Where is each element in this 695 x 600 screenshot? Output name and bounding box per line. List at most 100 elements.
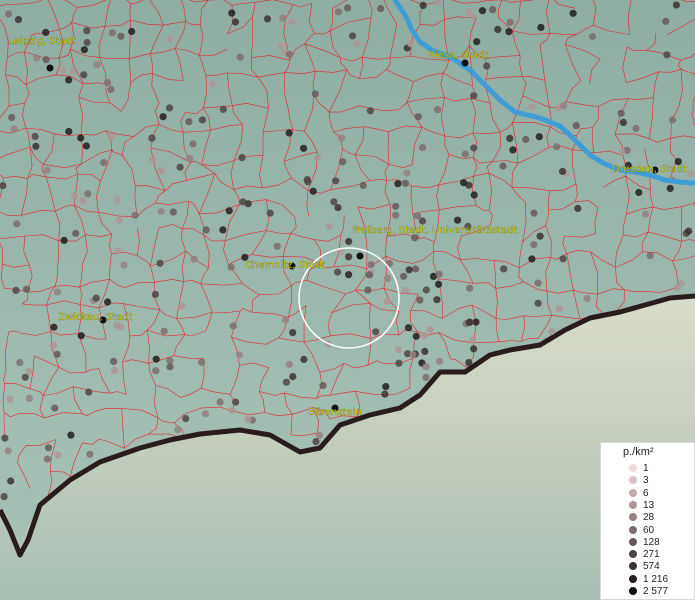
density-dot xyxy=(465,359,473,367)
density-dot xyxy=(178,302,186,310)
legend-value: 3 xyxy=(643,475,649,487)
city-label: Zwickau, Stadt xyxy=(58,312,132,323)
density-dot xyxy=(65,76,73,84)
legend-value: 128 xyxy=(643,536,660,548)
density-dot xyxy=(528,102,536,111)
legend-value: 271 xyxy=(643,549,660,561)
density-dot xyxy=(314,154,322,162)
density-dot xyxy=(548,327,556,336)
legend-value: 13 xyxy=(643,499,655,511)
density-dot xyxy=(663,51,671,59)
density-dot xyxy=(92,294,100,302)
density-dot xyxy=(687,170,695,178)
map-canvas[interactable]: Leipzig, Stadt Riesa, Stadt Dresden, Stadt… xyxy=(0,0,695,600)
density-dot xyxy=(42,28,50,36)
density-dot xyxy=(244,415,252,423)
density-dot xyxy=(231,18,240,26)
density-dot xyxy=(281,316,290,324)
density-dot xyxy=(14,16,23,24)
density-dot xyxy=(312,438,320,446)
density-dot xyxy=(359,181,367,189)
legend-item: 6 xyxy=(601,488,695,499)
density-dot xyxy=(412,332,420,340)
density-dot xyxy=(25,394,33,402)
density-dot xyxy=(469,336,477,344)
density-dot xyxy=(151,290,159,298)
density-dot xyxy=(509,146,517,154)
density-dot xyxy=(70,192,78,200)
city-label: Chemnitz, Stadt xyxy=(245,260,326,271)
density-dot xyxy=(325,222,333,231)
density-dot xyxy=(470,191,478,199)
density-dot xyxy=(288,18,296,26)
density-dot xyxy=(366,107,374,115)
density-dot xyxy=(285,360,293,368)
density-dot xyxy=(166,363,174,371)
density-dot xyxy=(377,5,385,13)
density-dot xyxy=(353,40,361,48)
density-dot xyxy=(108,29,116,37)
density-dot xyxy=(330,198,338,206)
density-dot xyxy=(434,106,442,114)
city-label: Leipzig, Stadt xyxy=(8,36,76,47)
density-dot xyxy=(662,17,670,25)
density-dot xyxy=(422,373,430,381)
density-dot xyxy=(677,279,685,288)
density-dot xyxy=(409,351,417,359)
legend-swatch xyxy=(629,525,637,534)
density-dot xyxy=(79,196,87,204)
density-dot xyxy=(460,179,468,187)
density-dot xyxy=(344,4,352,12)
legend-value: 574 xyxy=(643,561,660,573)
density-dot xyxy=(372,328,380,336)
density-dot xyxy=(176,163,184,171)
density-dot xyxy=(77,134,85,142)
density-dot xyxy=(560,102,568,110)
density-dot xyxy=(107,132,115,140)
legend-value: 2 577 xyxy=(643,586,669,597)
density-dot xyxy=(420,332,428,340)
density-dot xyxy=(201,410,210,418)
density-dot xyxy=(114,247,122,255)
legend-swatch xyxy=(629,500,637,509)
density-dot xyxy=(494,25,502,34)
density-dot xyxy=(31,132,39,140)
density-dot xyxy=(148,134,156,142)
density-dot xyxy=(506,134,514,142)
density-dot xyxy=(559,255,567,263)
density-dot xyxy=(169,208,177,216)
density-dot xyxy=(198,358,206,366)
density-dot xyxy=(157,167,165,175)
density-dot xyxy=(383,297,391,305)
density-dot xyxy=(412,265,420,273)
density-dot xyxy=(60,236,68,244)
density-dot xyxy=(80,46,88,54)
density-dot xyxy=(381,390,389,398)
density-dot xyxy=(110,357,118,365)
density-dot xyxy=(49,341,57,349)
legend-value: 1 216 xyxy=(643,573,669,585)
density-dot xyxy=(470,144,478,152)
density-dot xyxy=(536,232,544,240)
density-dot xyxy=(114,196,122,204)
city-marker[interactable] xyxy=(46,64,54,72)
density-dot xyxy=(669,116,677,124)
density-dot xyxy=(617,109,625,117)
density-dot xyxy=(300,355,308,363)
density-dot xyxy=(120,261,128,269)
legend-swatch xyxy=(629,587,637,595)
density-dot xyxy=(418,144,427,152)
legend-swatch xyxy=(629,488,637,497)
density-dot xyxy=(82,142,90,150)
density-dot xyxy=(282,378,290,386)
density-dot xyxy=(166,35,174,43)
density-dot xyxy=(42,56,50,64)
density-dot xyxy=(160,327,168,335)
density-dot xyxy=(555,305,563,313)
city-marker[interactable] xyxy=(356,252,364,260)
density-dot xyxy=(128,27,136,36)
density-dot xyxy=(300,144,308,152)
density-dot xyxy=(131,211,139,219)
density-dot xyxy=(190,255,198,263)
density-dot xyxy=(182,415,190,423)
